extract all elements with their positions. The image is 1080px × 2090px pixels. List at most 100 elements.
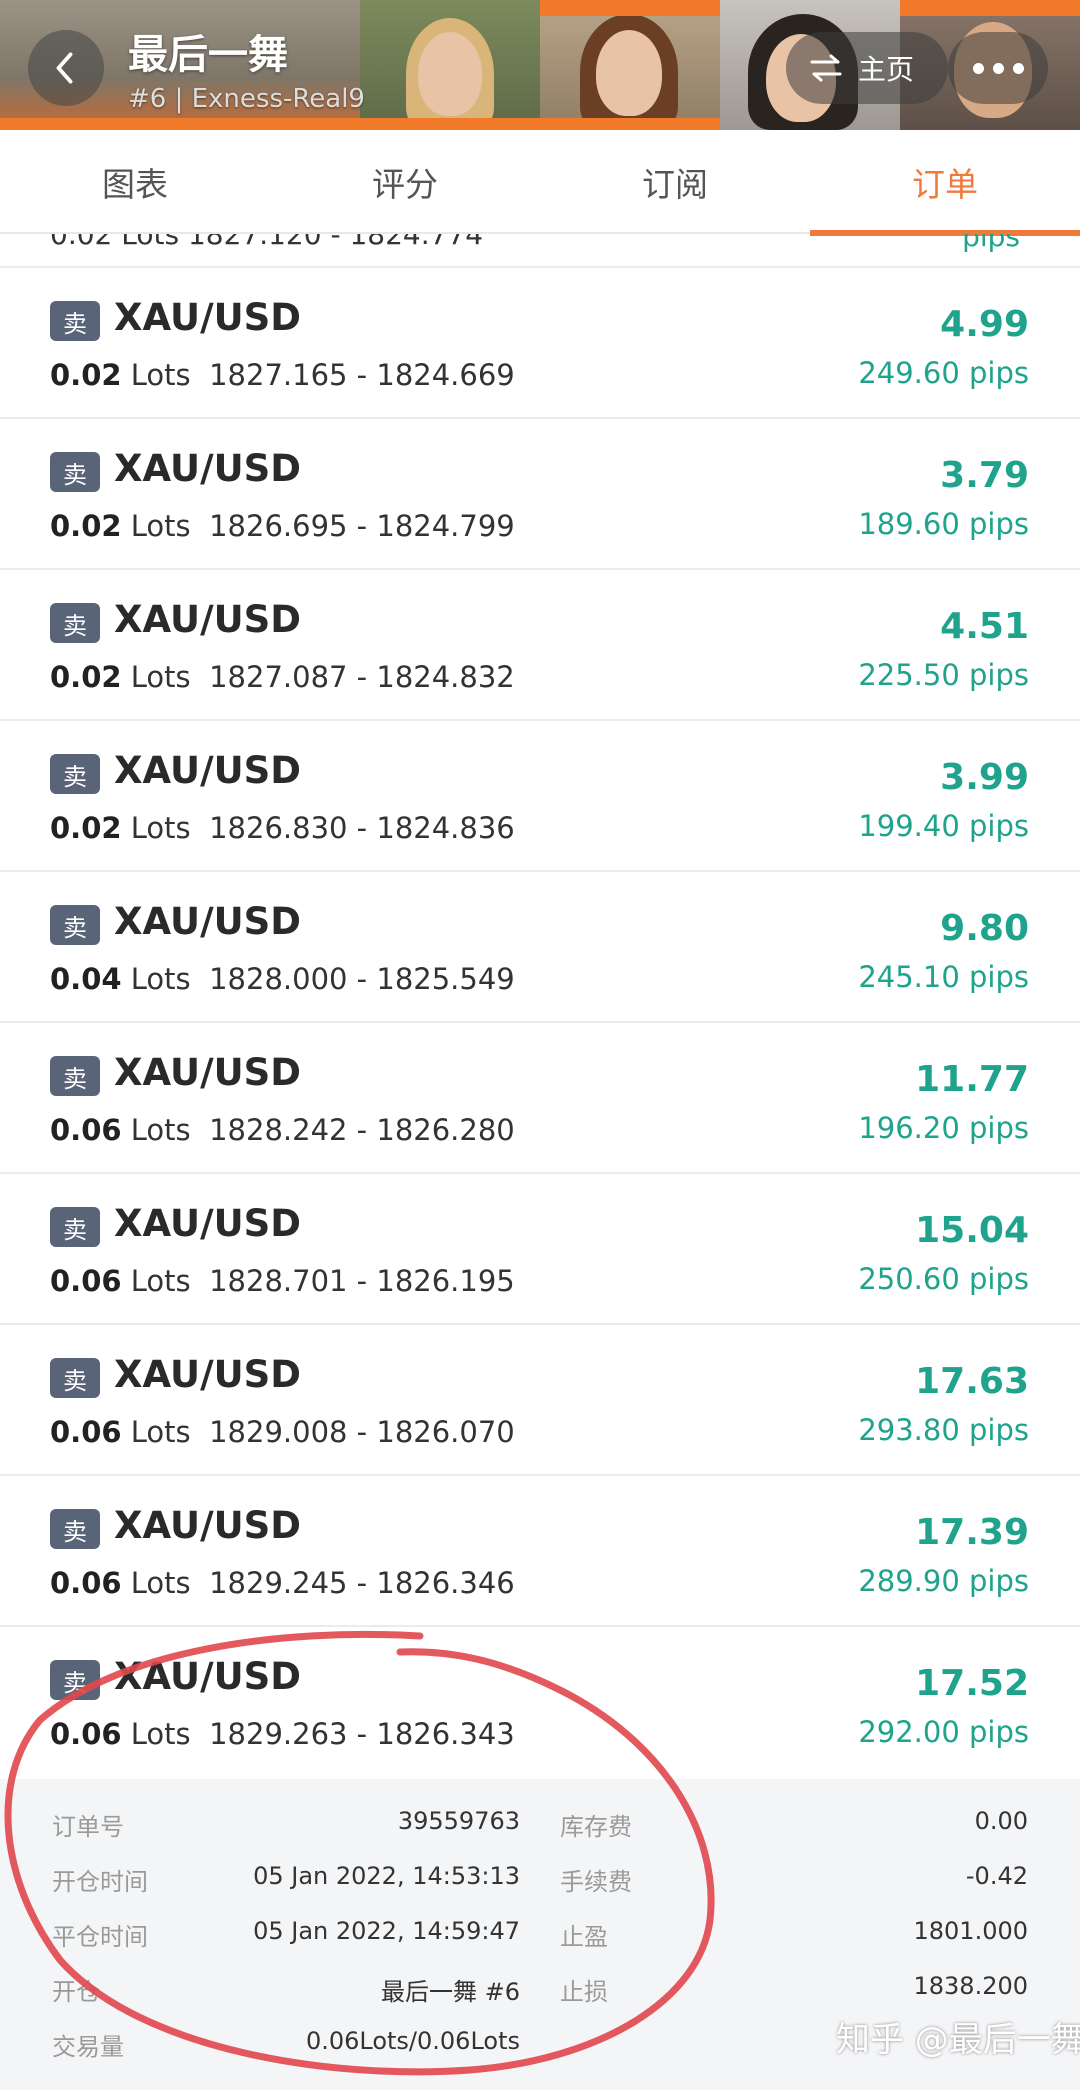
take-profit-value: 1801.000 xyxy=(913,1917,1028,1945)
partial-lots-line: 0.02 Lots 1827.120 - 1824.774 xyxy=(50,234,484,251)
order-symbol: XAU/USD xyxy=(114,1655,301,1698)
tab-orders[interactable]: 订单 xyxy=(810,130,1080,236)
swap-value: 0.00 xyxy=(974,1807,1028,1835)
order-number-label: 订单号 xyxy=(52,1813,124,1841)
stop-loss-value: 1838.200 xyxy=(913,1972,1028,2000)
order-profit: 15.04 xyxy=(915,1210,1029,1251)
order-prices: 1829.263 - 1826.343 xyxy=(209,1717,515,1751)
sell-badge: 卖 xyxy=(50,754,100,794)
order-pips: 292.00 pips xyxy=(858,1715,1029,1749)
order-prices: 1828.000 - 1825.549 xyxy=(209,962,515,996)
sell-badge: 卖 xyxy=(50,905,100,945)
close-time-label: 平仓时间 xyxy=(52,1923,148,1951)
more-button[interactable] xyxy=(948,32,1048,104)
order-pips: 196.20 pips xyxy=(858,1111,1029,1145)
order-lots: 0.02 xyxy=(50,509,122,543)
order-prices: 1829.008 - 1826.070 xyxy=(209,1415,515,1449)
order-lots-line: 0.06 Lots 1828.242 - 1826.280 xyxy=(50,1113,515,1147)
order-lots-unit: Lots xyxy=(130,811,191,845)
tab-bar: 图表 评分 订阅 订单 xyxy=(0,130,1080,236)
order-lots: 0.04 xyxy=(50,962,122,996)
order-lots-line: 0.02 Lots 1826.695 - 1824.799 xyxy=(50,509,515,543)
page-subtitle: #6 | Exness-Real9 xyxy=(128,84,365,114)
order-lots-unit: Lots xyxy=(130,1566,191,1600)
order-lots-unit: Lots xyxy=(130,358,191,392)
order-lots-unit: Lots xyxy=(130,1264,191,1298)
order-row[interactable]: 卖 XAU/USD 0.06 Lots 1829.008 - 1826.070 … xyxy=(0,1325,1080,1476)
home-button[interactable]: 主页 xyxy=(786,32,948,104)
order-symbol: XAU/USD xyxy=(114,296,301,339)
order-prices: 1828.701 - 1826.195 xyxy=(209,1264,515,1298)
tab-chart[interactable]: 图表 xyxy=(0,130,270,234)
order-pips: 189.60 pips xyxy=(858,507,1029,541)
order-symbol: XAU/USD xyxy=(114,1504,301,1547)
order-prices: 1826.830 - 1824.836 xyxy=(209,811,515,845)
sell-badge: 卖 xyxy=(50,1660,100,1700)
order-symbol: XAU/USD xyxy=(114,900,301,943)
order-number-value: 39559763 xyxy=(397,1807,520,1835)
back-button[interactable] xyxy=(28,30,104,106)
order-lots: 0.02 xyxy=(50,660,122,694)
sell-badge: 卖 xyxy=(50,1056,100,1096)
order-lots: 0.06 xyxy=(50,1717,122,1751)
order-row[interactable]: 卖 XAU/USD 0.02 Lots 1826.695 - 1824.799 … xyxy=(0,419,1080,570)
order-row[interactable]: 卖 XAU/USD 0.02 Lots 1827.165 - 1824.669 … xyxy=(0,268,1080,419)
order-lots: 0.02 xyxy=(50,811,122,845)
stop-loss-label: 止损 xyxy=(560,1978,608,2006)
order-row[interactable]: 卖 XAU/USD 0.06 Lots 1828.701 - 1826.195 … xyxy=(0,1174,1080,1325)
order-prices: 1826.695 - 1824.799 xyxy=(209,509,515,543)
order-row[interactable]: 卖 XAU/USD 0.02 Lots 1826.830 - 1824.836 … xyxy=(0,721,1080,872)
order-prices: 1827.165 - 1824.669 xyxy=(209,358,515,392)
order-row-expanded[interactable]: 卖 XAU/USD 0.06 Lots 1829.263 - 1826.343 … xyxy=(0,1627,1080,1778)
order-pips: 199.40 pips xyxy=(858,809,1029,843)
sell-badge: 卖 xyxy=(50,452,100,492)
more-icon xyxy=(972,62,984,74)
sell-badge: 卖 xyxy=(50,603,100,643)
order-pips: 225.50 pips xyxy=(858,658,1029,692)
sell-badge: 卖 xyxy=(50,1509,100,1549)
order-profit: 17.52 xyxy=(915,1663,1029,1704)
open-time-value: 05 Jan 2022, 14:53:13 xyxy=(253,1862,520,1890)
order-lots-unit: Lots xyxy=(130,509,191,543)
order-lots-unit: Lots xyxy=(130,660,191,694)
order-lots: 0.06 xyxy=(50,1113,122,1147)
order-symbol: XAU/USD xyxy=(114,1051,301,1094)
watermark: 知乎 @最后一舞 xyxy=(836,2020,1080,2060)
order-lots-unit: Lots xyxy=(130,962,191,996)
order-lots-line: 0.02 Lots 1827.087 - 1824.832 xyxy=(50,660,515,694)
open-label: 开仓 xyxy=(52,1978,100,2006)
header: 最后一舞 #6 | Exness-Real9 主页 xyxy=(0,0,1080,130)
volume-value: 0.06Lots/0.06Lots xyxy=(305,2027,520,2055)
order-pips: 250.60 pips xyxy=(858,1262,1029,1296)
order-profit: 17.63 xyxy=(915,1361,1029,1402)
sell-badge: 卖 xyxy=(50,1358,100,1398)
order-row[interactable]: 卖 XAU/USD 0.06 Lots 1829.245 - 1826.346 … xyxy=(0,1476,1080,1627)
order-lots-line: 0.02 Lots 1826.830 - 1824.836 xyxy=(50,811,515,845)
order-row[interactable]: 卖 XAU/USD 0.04 Lots 1828.000 - 1825.549 … xyxy=(0,872,1080,1023)
order-lots: 0.06 xyxy=(50,1415,122,1449)
swap-icon xyxy=(810,54,842,82)
order-row[interactable]: 卖 XAU/USD 0.06 Lots 1828.242 - 1826.280 … xyxy=(0,1023,1080,1174)
order-profit: 3.99 xyxy=(940,757,1029,798)
commission-value: -0.42 xyxy=(965,1862,1028,1890)
order-lots: 0.06 xyxy=(50,1566,122,1600)
page-title: 最后一舞 xyxy=(128,32,288,78)
order-lots-unit: Lots xyxy=(130,1415,191,1449)
list-item-partial[interactable]: 0.02 Lots 1827.120 - 1824.774 pips xyxy=(0,234,1080,268)
order-lots: 0.06 xyxy=(50,1264,122,1298)
order-profit: 3.79 xyxy=(940,455,1029,496)
tab-rating[interactable]: 评分 xyxy=(270,130,540,234)
home-button-label: 主页 xyxy=(858,53,915,86)
order-profit: 17.39 xyxy=(915,1512,1029,1553)
take-profit-label: 止盈 xyxy=(560,1923,608,1951)
order-pips: 293.80 pips xyxy=(858,1413,1029,1447)
order-prices: 1828.242 - 1826.280 xyxy=(209,1113,515,1147)
order-lots-line: 0.06 Lots 1829.263 - 1826.343 xyxy=(50,1717,515,1751)
order-lots-line: 0.02 Lots 1827.165 - 1824.669 xyxy=(50,358,515,392)
sell-badge: 卖 xyxy=(50,301,100,341)
order-lots-line: 0.06 Lots 1829.008 - 1826.070 xyxy=(50,1415,515,1449)
order-pips: 245.10 pips xyxy=(858,960,1029,994)
order-row[interactable]: 卖 XAU/USD 0.02 Lots 1827.087 - 1824.832 … xyxy=(0,570,1080,721)
tab-subscribe[interactable]: 订阅 xyxy=(540,130,810,234)
open-value: 最后一舞 #6 xyxy=(380,1978,520,2006)
